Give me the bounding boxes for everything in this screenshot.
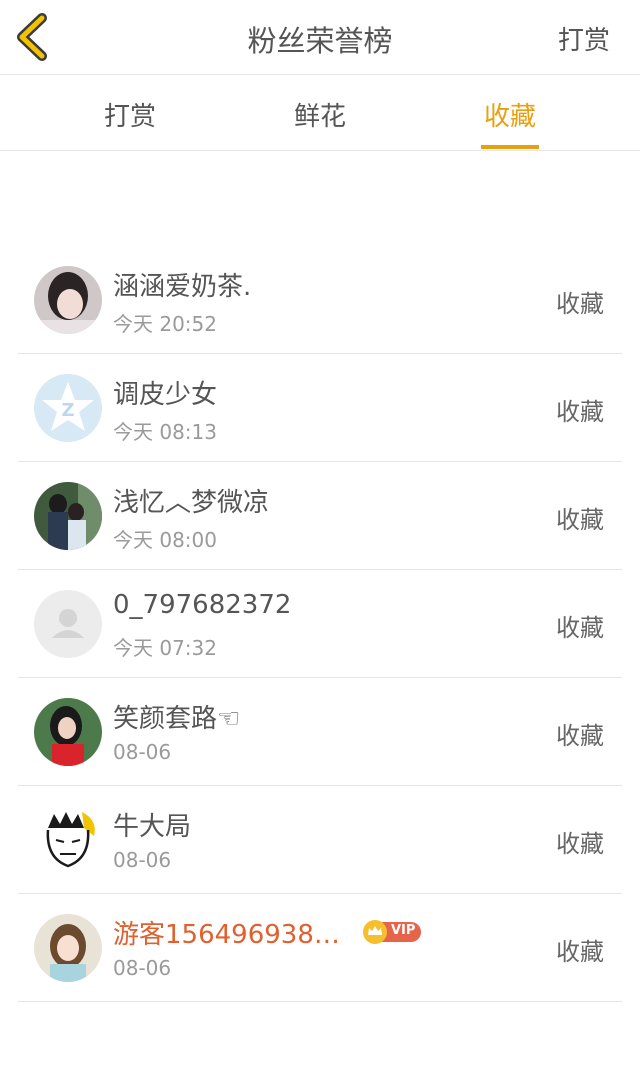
tab-bar: 打赏 鲜花 收藏 [0,76,640,151]
user-name: 涵涵爱奶茶. [113,272,252,302]
avatar [34,698,102,766]
timestamp: 今天 08:13 [113,420,217,444]
tip-button[interactable]: 打赏 [558,20,610,57]
vip-badge: VIP [363,920,421,944]
user-name: 调皮少女 [113,380,218,410]
action-label: 收藏 [556,290,604,318]
action-label: 收藏 [556,830,604,858]
avatar [34,266,102,334]
action-label: 收藏 [556,506,604,534]
fan-list: 涵涵爱奶茶. 今天 20:52 收藏 Z 调皮少女 今天 08:13 收藏 浅忆… [18,246,622,1002]
user-name: 笑颜套路☜ [113,704,241,734]
tab-favorites[interactable]: 收藏 [460,96,560,149]
list-item[interactable]: 笑颜套路☜ 08-06 收藏 [18,678,622,786]
avatar [34,482,102,550]
action-label: 收藏 [556,398,604,426]
list-item[interactable]: 0_797682372 今天 07:32 收藏 [18,570,622,678]
list-item[interactable]: 牛大局 08-06 收藏 [18,786,622,894]
list-item[interactable]: 游客156496938… VIP 08-06 收藏 [18,894,622,1002]
timestamp: 今天 07:32 [113,636,217,660]
svg-text:Z: Z [61,400,74,421]
user-name: 牛大局 [113,812,192,842]
action-label: 收藏 [556,938,604,966]
active-tab-indicator [481,145,539,149]
user-name: 浅忆︿梦微凉 [113,488,270,518]
user-name: 0_797682372 [113,590,292,620]
user-name: 游客156496938… [113,920,340,950]
list-item[interactable]: Z 调皮少女 今天 08:13 收藏 [18,354,622,462]
avatar [34,806,102,874]
top-bar: 粉丝荣誉榜 打赏 [0,0,640,75]
action-label: 收藏 [556,722,604,750]
action-label: 收藏 [556,614,604,642]
timestamp: 今天 20:52 [113,312,217,336]
timestamp: 08-06 [113,740,172,764]
vip-label: VIP [391,923,416,938]
avatar [34,590,102,658]
page-title: 粉丝荣誉榜 [247,24,393,58]
avatar: Z [34,374,102,442]
list-item[interactable]: 涵涵爱奶茶. 今天 20:52 收藏 [18,246,622,354]
timestamp: 08-06 [113,956,172,980]
timestamp: 今天 08:00 [113,528,217,552]
avatar [34,914,102,982]
tab-flowers[interactable]: 鲜花 [270,96,370,133]
list-item[interactable]: 浅忆︿梦微凉 今天 08:00 收藏 [18,462,622,570]
tab-tip[interactable]: 打赏 [80,96,180,133]
timestamp: 08-06 [113,848,172,872]
